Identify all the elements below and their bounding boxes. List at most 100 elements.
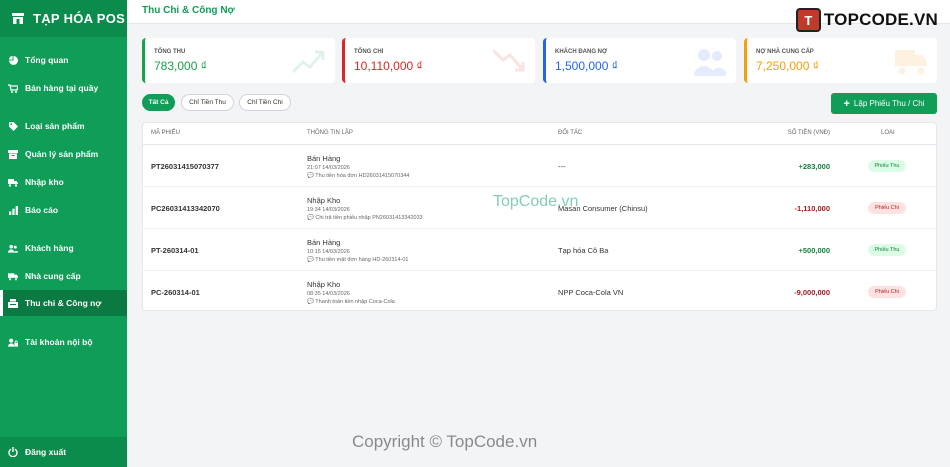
sidebar-item-label: Quản lý sản phẩm [25, 149, 99, 159]
sidebar-item-stock-in[interactable]: Nhập kho [0, 169, 127, 195]
trend-down-icon [493, 48, 525, 72]
sidebar-item-customers[interactable]: Khách hàng [0, 235, 127, 261]
tag-icon [8, 121, 18, 131]
create-voucher-button[interactable]: + Lập Phiếu Thu / Chi [831, 93, 937, 114]
stat-card-customer-debt: Khách đang nợ 1,500,000 ₫ [543, 38, 736, 83]
info-note: 💬 Thanh toán tiền nhập Coca-Cola [307, 299, 395, 305]
column-header-amount: Số tiền (VNĐ) [787, 130, 830, 136]
sidebar-item-label: Tổng quan [25, 55, 69, 65]
power-icon [8, 447, 18, 457]
sidebar-item-label: Khách hàng [25, 243, 74, 253]
report-icon [8, 205, 18, 215]
stat-label: Tổng chi [354, 49, 384, 55]
transactions-table: Mã phiếu Thông tin lập Đối tác Số tiền (… [142, 122, 937, 311]
sidebar-item-reports[interactable]: Báo cáo [0, 197, 127, 223]
logout-label: Đăng xuất [25, 447, 67, 457]
info-note: 💬 Chi trả tiền phiếu nhập PN260314133420… [307, 215, 423, 221]
logo-text: TOPCODE.VN [823, 10, 938, 29]
table-row[interactable]: PT26031415070377 Bán Hàng 21:07 14/03/20… [143, 145, 936, 187]
voucher-code: PT26031415070377 [151, 162, 219, 171]
type-badge: Phiếu Thu [868, 160, 906, 172]
column-header-partner: Đối tác [558, 130, 583, 136]
users-icon [8, 243, 18, 253]
truck-icon [8, 271, 18, 281]
sidebar-item-label: Nhà cung cấp [25, 271, 81, 281]
column-header-code: Mã phiếu [151, 130, 181, 136]
stat-card-supplier-debt: Nợ nhà cung cấp 7,250,000 ₫ [744, 38, 937, 83]
stat-label: Nợ nhà cung cấp [756, 49, 814, 55]
cash-register-icon [8, 298, 18, 308]
info-title: Nhập Kho [307, 280, 341, 289]
sidebar-item-suppliers[interactable]: Nhà cung cấp [0, 263, 127, 289]
info-title: Bán Hàng [307, 154, 341, 163]
info-time: 10:15 14/03/2026 [307, 249, 350, 255]
box-icon [8, 149, 18, 159]
sidebar-item-label: Thu chi & Công nợ [25, 298, 102, 308]
watermark-copyright: Copyright © TopCode.vn [352, 432, 538, 451]
cart-icon [8, 83, 18, 93]
truck-loading-icon [8, 177, 18, 187]
info-note: 💬 Thu tiền hóa đơn HD26031415070344 [307, 173, 409, 179]
stat-card-total-income: Tổng thu 783,000 ₫ [142, 38, 335, 83]
sidebar-item-pos[interactable]: Bán hàng tại quầy [0, 75, 127, 101]
trend-up-icon [293, 50, 325, 74]
info-title: Bán Hàng [307, 238, 341, 247]
users-icon [694, 49, 726, 76]
voucher-code: PT-260314-01 [151, 246, 199, 255]
tab-all[interactable]: Tất Cả [142, 94, 175, 111]
sidebar-item-label: Tài khoản nội bộ [25, 337, 93, 347]
sidebar-item-products[interactable]: Quản lý sản phẩm [0, 141, 127, 167]
sidebar-item-cashflow[interactable]: Thu chi & Công nợ [0, 290, 127, 316]
sidebar-item-label: Báo cáo [25, 205, 59, 215]
brand-name: TẠP HÓA POS [33, 11, 126, 26]
tab-income-only[interactable]: Chỉ Tiền Thu [181, 94, 234, 111]
voucher-code: PC26031413342070 [151, 204, 220, 213]
stat-value: 10,110,000 ₫ [354, 59, 423, 73]
create-voucher-label: Lập Phiếu Thu / Chi [853, 99, 925, 108]
truck-icon [895, 50, 927, 75]
sidebar-item-label: Nhập kho [25, 177, 64, 187]
partner-name: --- [558, 162, 566, 171]
stat-label: Tổng thu [154, 49, 186, 55]
info-note: 💬 Thu tiền mặt đơn hàng HD-260314-01 [307, 257, 408, 263]
info-note-text: Chi trả tiền phiếu nhập PN26031413342033 [315, 215, 423, 221]
stat-value: 1,500,000 ₫ [555, 59, 618, 73]
info-note-text: Thu tiền mặt đơn hàng HD-260314-01 [315, 257, 409, 263]
column-header-type: Loại [881, 130, 895, 136]
info-time: 08:35 14/03/2026 [307, 291, 350, 297]
column-header-info: Thông tin lập [307, 130, 353, 136]
chart-pie-icon [8, 55, 18, 65]
stat-card-total-expense: Tổng chi 10,110,000 ₫ [342, 38, 535, 83]
amount: +500,000 [798, 246, 831, 255]
amount: -9,000,000 [794, 288, 830, 297]
info-title: Nhập Kho [307, 196, 341, 205]
stat-label: Khách đang nợ [555, 49, 608, 55]
amount: +283,000 [798, 162, 831, 171]
user-lock-icon [8, 337, 18, 347]
tab-expense-only[interactable]: Chỉ Tiền Chi [239, 94, 291, 111]
type-badge: Phiếu Chi [868, 202, 906, 214]
table-row[interactable]: PT-260314-01 Bán Hàng 10:15 14/03/2026 💬… [143, 229, 936, 271]
sidebar-item-accounts[interactable]: Tài khoản nội bộ [0, 329, 127, 355]
sidebar-item-categories[interactable]: Loại sản phẩm [0, 113, 127, 139]
table-row[interactable]: PC-260314-01 Nhập Kho 08:35 14/03/2026 💬… [143, 271, 936, 313]
sidebar-item-overview[interactable]: Tổng quan [0, 47, 127, 73]
table-header: Mã phiếu Thông tin lập Đối tác Số tiền (… [143, 123, 936, 145]
partner-name: Tạp hóa Cô Ba [558, 246, 609, 255]
partner-name: NPP Coca-Cola VN [558, 288, 624, 297]
sidebar-item-label: Loại sản phẩm [25, 121, 85, 131]
stat-value: 7,250,000 ₫ [756, 59, 819, 73]
type-badge: Phiếu Thu [868, 244, 906, 256]
logout-button[interactable]: Đăng xuất [0, 437, 127, 467]
voucher-code: PC-260314-01 [151, 288, 200, 297]
info-time: 21:07 14/03/2026 [307, 165, 350, 171]
sidebar-item-label: Bán hàng tại quầy [25, 83, 99, 93]
topcode-logo: T TOPCODE.VN [795, 8, 938, 32]
store-icon [12, 13, 24, 24]
info-time: 19:34 14/03/2026 [307, 207, 350, 213]
watermark-center: TopCode.vn [493, 193, 579, 210]
brand[interactable]: TẠP HÓA POS [0, 0, 127, 37]
logo-mark: T [795, 8, 821, 32]
stat-value: 783,000 ₫ [154, 59, 207, 73]
page-title: Thu Chi & Công Nợ [142, 5, 235, 16]
